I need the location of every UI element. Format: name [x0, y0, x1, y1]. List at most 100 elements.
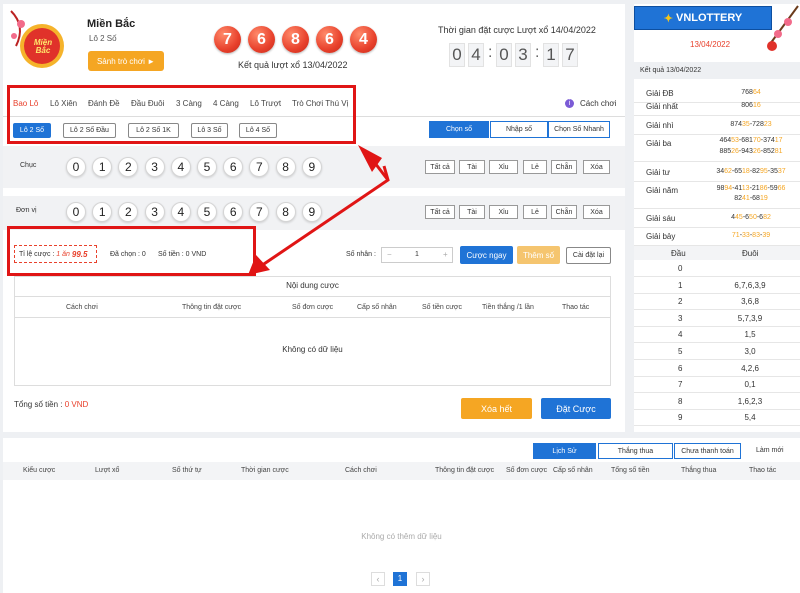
duoi-value: 4,2,6: [741, 363, 759, 373]
prize-tail: 95: [759, 168, 768, 175]
next-page-button[interactable]: ›: [416, 572, 430, 586]
prize-tail: 18: [742, 168, 750, 175]
divider: [634, 181, 800, 182]
quick-0[interactable]: Tất cả: [425, 205, 455, 219]
plus-button[interactable]: +: [443, 250, 448, 259]
tab-7[interactable]: Trò Chơi Thú Vị: [292, 99, 348, 108]
prize-tail: 13: [741, 185, 750, 192]
refresh-link[interactable]: Làm mới: [756, 447, 784, 454]
prev-page-button[interactable]: ‹: [371, 572, 385, 586]
divider: [634, 161, 800, 162]
digit-button[interactable]: 3: [144, 202, 165, 222]
history-header: Kiểu cược: [23, 467, 56, 474]
quick-5[interactable]: Xóa: [583, 160, 610, 174]
info-icon[interactable]: i: [565, 99, 574, 108]
results-date: 13/04/2022: [690, 40, 731, 49]
tab-3[interactable]: Đầu Đuôi: [131, 99, 164, 108]
tab-4[interactable]: 3 Càng: [176, 99, 202, 108]
lobby-button[interactable]: Sảnh trò chơi ►: [88, 51, 164, 71]
history-tab-2[interactable]: Chưa thanh toán: [674, 443, 741, 459]
divider: [634, 325, 800, 327]
countdown-digit: 0: [449, 43, 465, 67]
prize-tail: 19: [759, 195, 768, 202]
quick-4[interactable]: Chẵn: [551, 205, 577, 219]
dau-duoi-header: [634, 246, 800, 260]
digit-button[interactable]: 8: [275, 202, 296, 222]
prize-tail: 62: [724, 168, 732, 175]
prize-tail: 41: [742, 195, 750, 202]
mode-1[interactable]: Nhập số: [490, 121, 548, 138]
prize-digits: -59: [767, 185, 778, 192]
tab-2[interactable]: Đánh Đề: [88, 99, 120, 108]
quick-3[interactable]: Lẻ: [523, 205, 547, 219]
bet-time-label: Thời gian đặt cược Lượt xổ 14/04/2022: [438, 25, 596, 35]
prize-digits: -68: [749, 195, 760, 202]
highlight-tabs-box: [7, 85, 356, 144]
tab-5[interactable]: 4 Càng: [213, 99, 239, 108]
result-ball: 7: [214, 26, 241, 53]
dau-value: 0: [678, 264, 683, 273]
history-header: Cách chơi: [345, 467, 377, 474]
digit-button[interactable]: 4: [170, 202, 191, 222]
countdown-digit: 0: [496, 43, 512, 67]
digit-button[interactable]: 5: [197, 157, 217, 177]
prize-number: 76864: [716, 89, 786, 96]
quick-2[interactable]: Xỉu: [489, 205, 518, 219]
duoi-value: 0,1: [744, 380, 756, 390]
mode-0[interactable]: Chọn số: [429, 121, 489, 138]
mode-2[interactable]: Chọn Số Nhanh: [548, 121, 610, 138]
divider: [634, 208, 800, 209]
quick-1[interactable]: Tài: [459, 205, 485, 219]
digit-button[interactable]: 0: [66, 202, 86, 222]
add-number-button[interactable]: Thêm số: [517, 246, 560, 264]
star-icon: ✦: [663, 12, 673, 25]
history-tab-0[interactable]: Lịch Sử: [533, 443, 596, 459]
page-1-button[interactable]: 1: [393, 572, 407, 586]
divider: [14, 317, 611, 318]
highlight-odds-box: [7, 226, 256, 276]
logo-text: VNLOTTERY: [676, 12, 743, 24]
digit-button[interactable]: 4: [170, 157, 191, 177]
tab-6[interactable]: Lô Trượt: [250, 99, 281, 108]
tab-1[interactable]: Lô Xiên: [50, 99, 77, 108]
prize-digits: 768: [741, 89, 753, 96]
subtab-4[interactable]: Lô 4 Số: [239, 123, 277, 138]
digit-button[interactable]: 5: [197, 202, 217, 222]
result-ball: 4: [350, 26, 377, 53]
prize-digits: -943: [738, 148, 753, 155]
digit-button[interactable]: 9: [301, 202, 322, 222]
reset-button[interactable]: Cài đặt lại: [566, 247, 611, 264]
history-tab-1[interactable]: Thắng thua: [598, 443, 673, 459]
content-title: Nội dung cược: [286, 281, 339, 290]
quick-3[interactable]: Lẻ: [523, 160, 547, 174]
prize-digits: -374: [760, 137, 775, 144]
quick-2[interactable]: Xỉu: [489, 160, 518, 174]
blossom-icon: [767, 5, 799, 51]
howto-link[interactable]: Cách chơi: [580, 99, 616, 108]
digit-button[interactable]: 3: [144, 157, 165, 177]
result-ball: 6: [316, 26, 343, 53]
divider: [634, 309, 800, 311]
multiplier-value[interactable]: 1: [415, 251, 419, 258]
subtab-2[interactable]: Lô 2 Số 1K: [128, 123, 179, 138]
digit-button[interactable]: 8: [275, 157, 296, 177]
multiplier-stepper[interactable]: − 1 +: [381, 247, 453, 263]
place-bet-button[interactable]: Đặt Cược: [541, 398, 611, 419]
bet-now-button[interactable]: Cược ngay: [460, 246, 513, 264]
clear-all-button[interactable]: Xóa hết: [461, 398, 532, 419]
tab-0[interactable]: Bao Lô: [13, 99, 38, 108]
subtab-3[interactable]: Lô 3 Số: [191, 123, 228, 138]
prize-digits: -728: [749, 121, 764, 128]
prize-name: Giải sáu: [646, 214, 676, 223]
duoi-value: 3,6,8: [741, 297, 759, 307]
quick-4[interactable]: Chẵn: [551, 160, 577, 174]
quick-1[interactable]: Tài: [459, 160, 485, 174]
quick-5[interactable]: Xóa: [583, 205, 610, 219]
subtab-0[interactable]: Lô 2 Số: [13, 123, 51, 138]
prize-digits: 34: [716, 168, 725, 175]
subtab-1[interactable]: Lô 2 Số Đầu: [63, 123, 116, 138]
quick-0[interactable]: Tất cả: [425, 160, 455, 174]
digit-button[interactable]: 9: [301, 157, 322, 177]
digit-button[interactable]: 0: [66, 157, 86, 177]
divider: [14, 296, 611, 297]
